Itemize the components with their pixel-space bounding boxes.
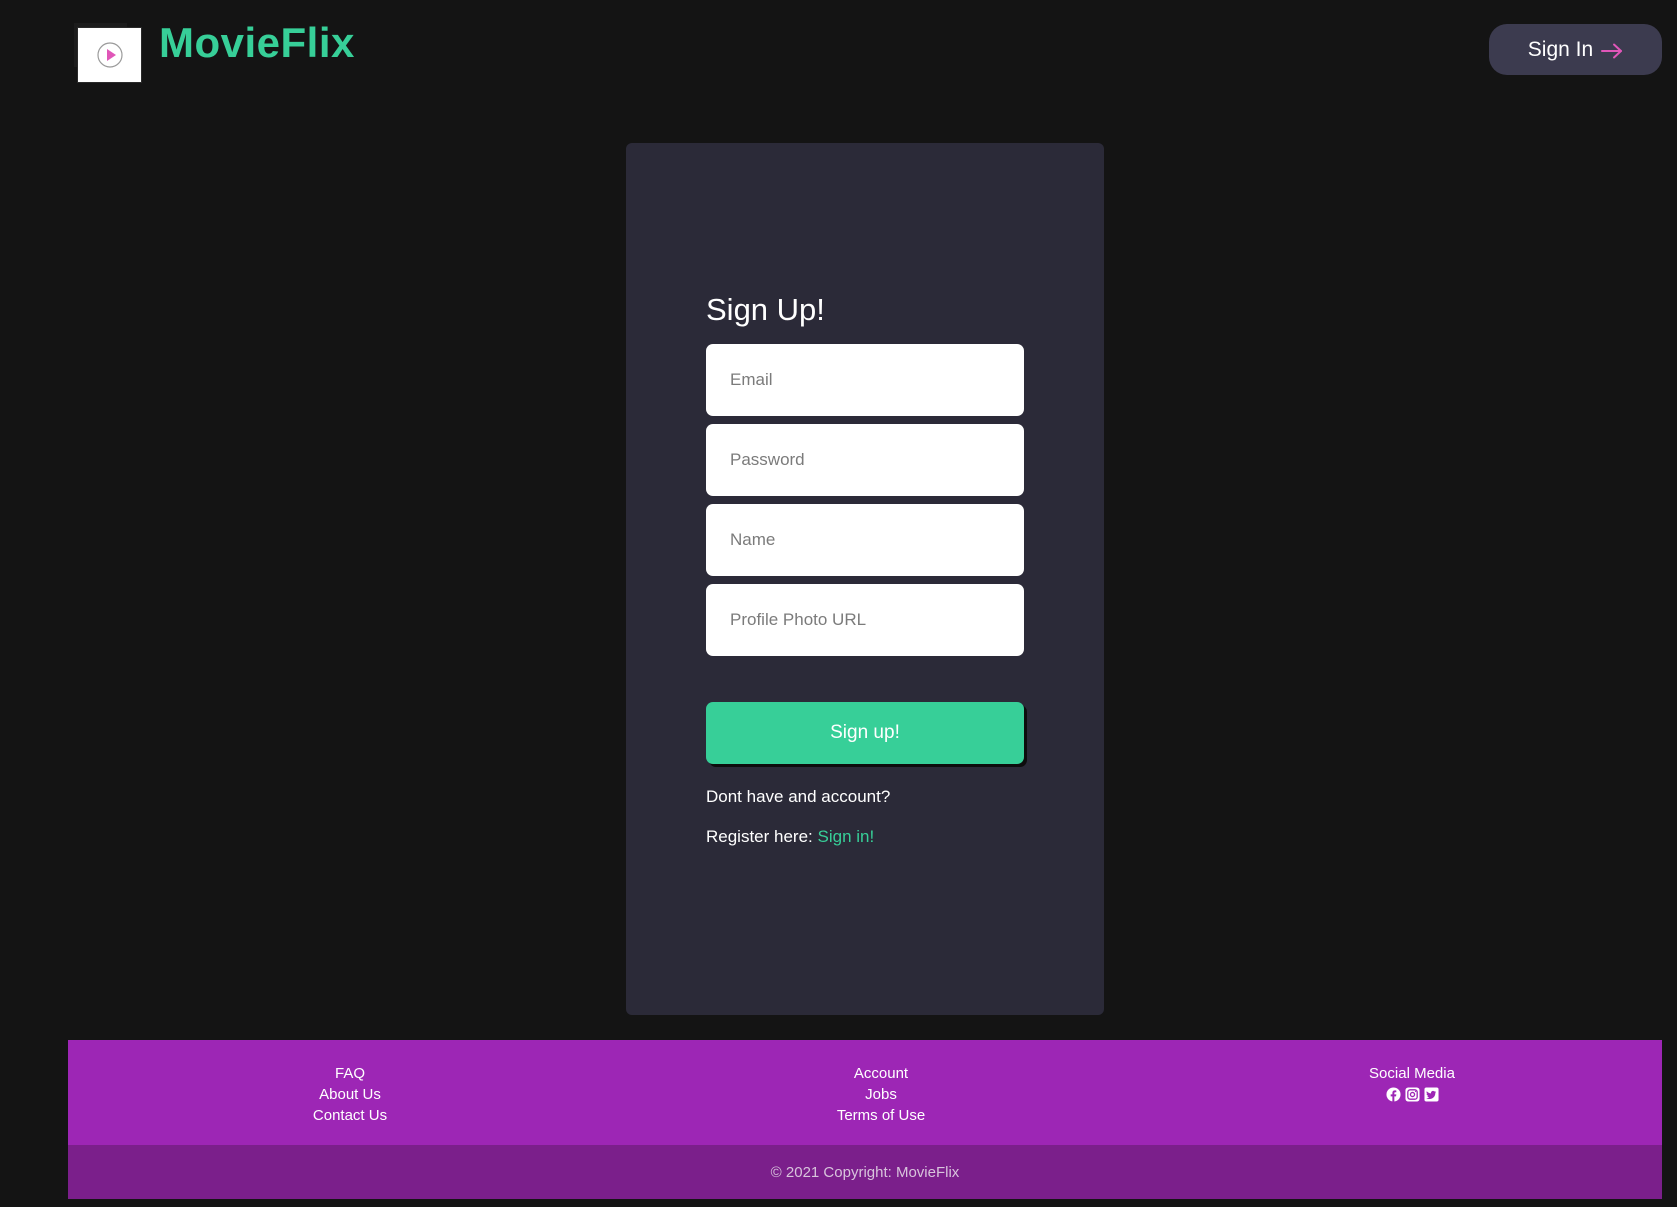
account-link[interactable]: Account: [731, 1063, 1031, 1084]
about-us-link[interactable]: About Us: [200, 1084, 500, 1105]
password-field[interactable]: [706, 424, 1024, 496]
footer-links-area: FAQ About Us Contact Us Account Jobs Ter…: [68, 1040, 1662, 1145]
sign-in-label: Sign In: [1527, 37, 1594, 61]
facebook-icon[interactable]: [1385, 1087, 1401, 1102]
signup-card: Sign Up! Sign up! Dont have and account?…: [626, 143, 1104, 1015]
terms-of-use-link[interactable]: Terms of Use: [731, 1105, 1031, 1126]
jobs-link[interactable]: Jobs: [731, 1084, 1031, 1105]
footer-col-social: Social Media: [1262, 1063, 1562, 1102]
register-text: Register here:: [706, 827, 818, 846]
logo[interactable]: [77, 27, 142, 83]
register-line: Register here: Sign in!: [706, 826, 874, 848]
name-field[interactable]: [706, 504, 1024, 576]
social-media-heading: Social Media: [1369, 1065, 1455, 1082]
footer-col-help: FAQ About Us Contact Us: [200, 1063, 500, 1126]
twitter-icon[interactable]: [1423, 1087, 1439, 1102]
signup-submit-button[interactable]: Sign up!: [706, 702, 1024, 764]
play-circle-icon: [96, 42, 123, 68]
footer-copyright-bar: © 2021 Copyright: MovieFlix: [68, 1145, 1662, 1199]
brand-title[interactable]: MovieFlix: [159, 14, 355, 72]
profile-photo-url-field[interactable]: [706, 584, 1024, 656]
faq-link[interactable]: FAQ: [200, 1063, 500, 1084]
social-icons: [1262, 1087, 1562, 1102]
instagram-icon[interactable]: [1404, 1087, 1420, 1102]
sign-in-button[interactable]: Sign In: [1489, 24, 1662, 75]
form-title: Sign Up!: [706, 292, 825, 327]
sign-in-link[interactable]: Sign in!: [818, 827, 875, 846]
footer: FAQ About Us Contact Us Account Jobs Ter…: [68, 1040, 1662, 1199]
footer-col-account: Account Jobs Terms of Use: [731, 1063, 1031, 1126]
email-field[interactable]: [706, 344, 1024, 416]
contact-us-link[interactable]: Contact Us: [200, 1105, 500, 1126]
copyright-text: © 2021 Copyright: MovieFlix: [770, 1163, 960, 1181]
no-account-text: Dont have and account?: [706, 787, 891, 806]
arrow-right-icon: [1601, 43, 1623, 58]
